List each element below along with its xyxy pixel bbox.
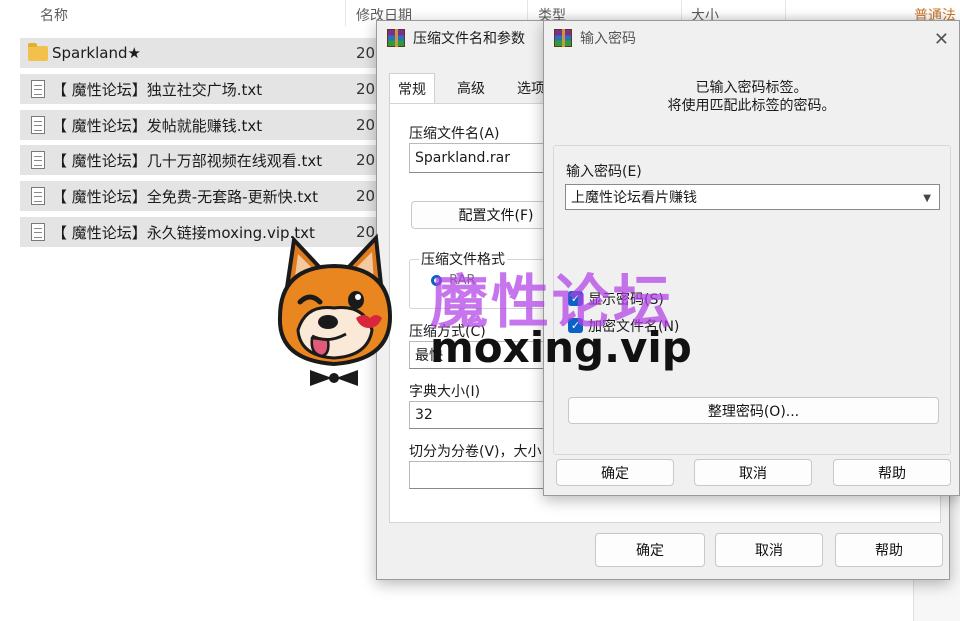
txt-file-icon xyxy=(31,151,45,169)
file-date: 20 xyxy=(356,187,376,205)
dictionary-size-label: 字典大小(I) xyxy=(409,384,481,400)
file-row[interactable]: Sparkland★ 20 xyxy=(20,38,380,68)
cancel-button[interactable]: 取消 xyxy=(715,533,823,567)
watermark-url: moxing.vip xyxy=(430,323,692,372)
tab-general[interactable]: 常规 xyxy=(389,73,435,103)
enter-password-label: 输入密码(E) xyxy=(566,164,642,180)
file-name: Sparkland★ xyxy=(52,44,141,62)
password-dialog-title: 输入密码 xyxy=(580,31,636,47)
file-name: 【 魔性论坛】几十万部视频在线观看.txt xyxy=(52,151,323,170)
password-value: 上魔性论坛看片赚钱 xyxy=(571,190,697,206)
txt-file-icon xyxy=(31,80,45,98)
password-help-button[interactable]: 帮助 xyxy=(833,459,951,486)
file-row[interactable]: 【 魔性论坛】独立社交广场.txt 20 xyxy=(20,74,380,104)
archive-name-label: 压缩文件名(A) xyxy=(409,126,500,142)
shiba-mascot-logo xyxy=(277,233,393,386)
file-name: 【 魔性论坛】全免费-无套路-更新快.txt xyxy=(52,187,319,206)
txt-file-icon xyxy=(31,116,45,134)
file-date: 20 xyxy=(356,44,376,62)
txt-file-icon xyxy=(31,187,45,205)
file-date: 20 xyxy=(356,116,376,134)
file-row[interactable]: 【 魔性论坛】全免费-无套路-更新快.txt 20 xyxy=(20,181,380,211)
close-icon[interactable]: ✕ xyxy=(934,29,949,50)
password-combobox[interactable]: 上魔性论坛看片赚钱 ▼ xyxy=(565,184,940,210)
organize-passwords-button[interactable]: 整理密码(O)... xyxy=(568,397,939,424)
winrar-icon xyxy=(387,29,405,47)
file-date: 20 xyxy=(356,80,376,98)
password-ok-button[interactable]: 确定 xyxy=(556,459,674,486)
password-cancel-button[interactable]: 取消 xyxy=(694,459,812,486)
column-separator[interactable] xyxy=(345,0,346,26)
password-dialog-titlebar[interactable]: 输入密码 xyxy=(544,21,959,55)
chevron-down-icon[interactable]: ▼ xyxy=(923,193,931,204)
file-row[interactable]: 【 魔性论坛】几十万部视频在线观看.txt 20 xyxy=(20,145,380,175)
column-header-name[interactable]: 名称 xyxy=(40,0,68,30)
help-button[interactable]: 帮助 xyxy=(835,533,943,567)
file-name: 【 魔性论坛】发帖就能赚钱.txt xyxy=(52,116,263,135)
tab-advanced[interactable]: 高级 xyxy=(449,73,493,103)
txt-file-icon xyxy=(31,223,45,241)
file-name: 【 魔性论坛】独立社交广场.txt xyxy=(52,80,263,99)
archive-dialog-title: 压缩文件名和参数 xyxy=(413,31,525,47)
password-info-line2: 将使用匹配此标签的密码。 xyxy=(667,98,836,114)
split-volumes-label: 切分为分卷(V)，大小 xyxy=(409,444,542,460)
winrar-icon xyxy=(554,29,572,47)
file-row[interactable]: 【 魔性论坛】发帖就能赚钱.txt 20 xyxy=(20,110,380,140)
password-info-line1: 已输入密码标签。 xyxy=(695,80,808,96)
file-date: 20 xyxy=(356,151,376,169)
folder-icon xyxy=(28,42,48,61)
ok-button[interactable]: 确定 xyxy=(595,533,705,567)
